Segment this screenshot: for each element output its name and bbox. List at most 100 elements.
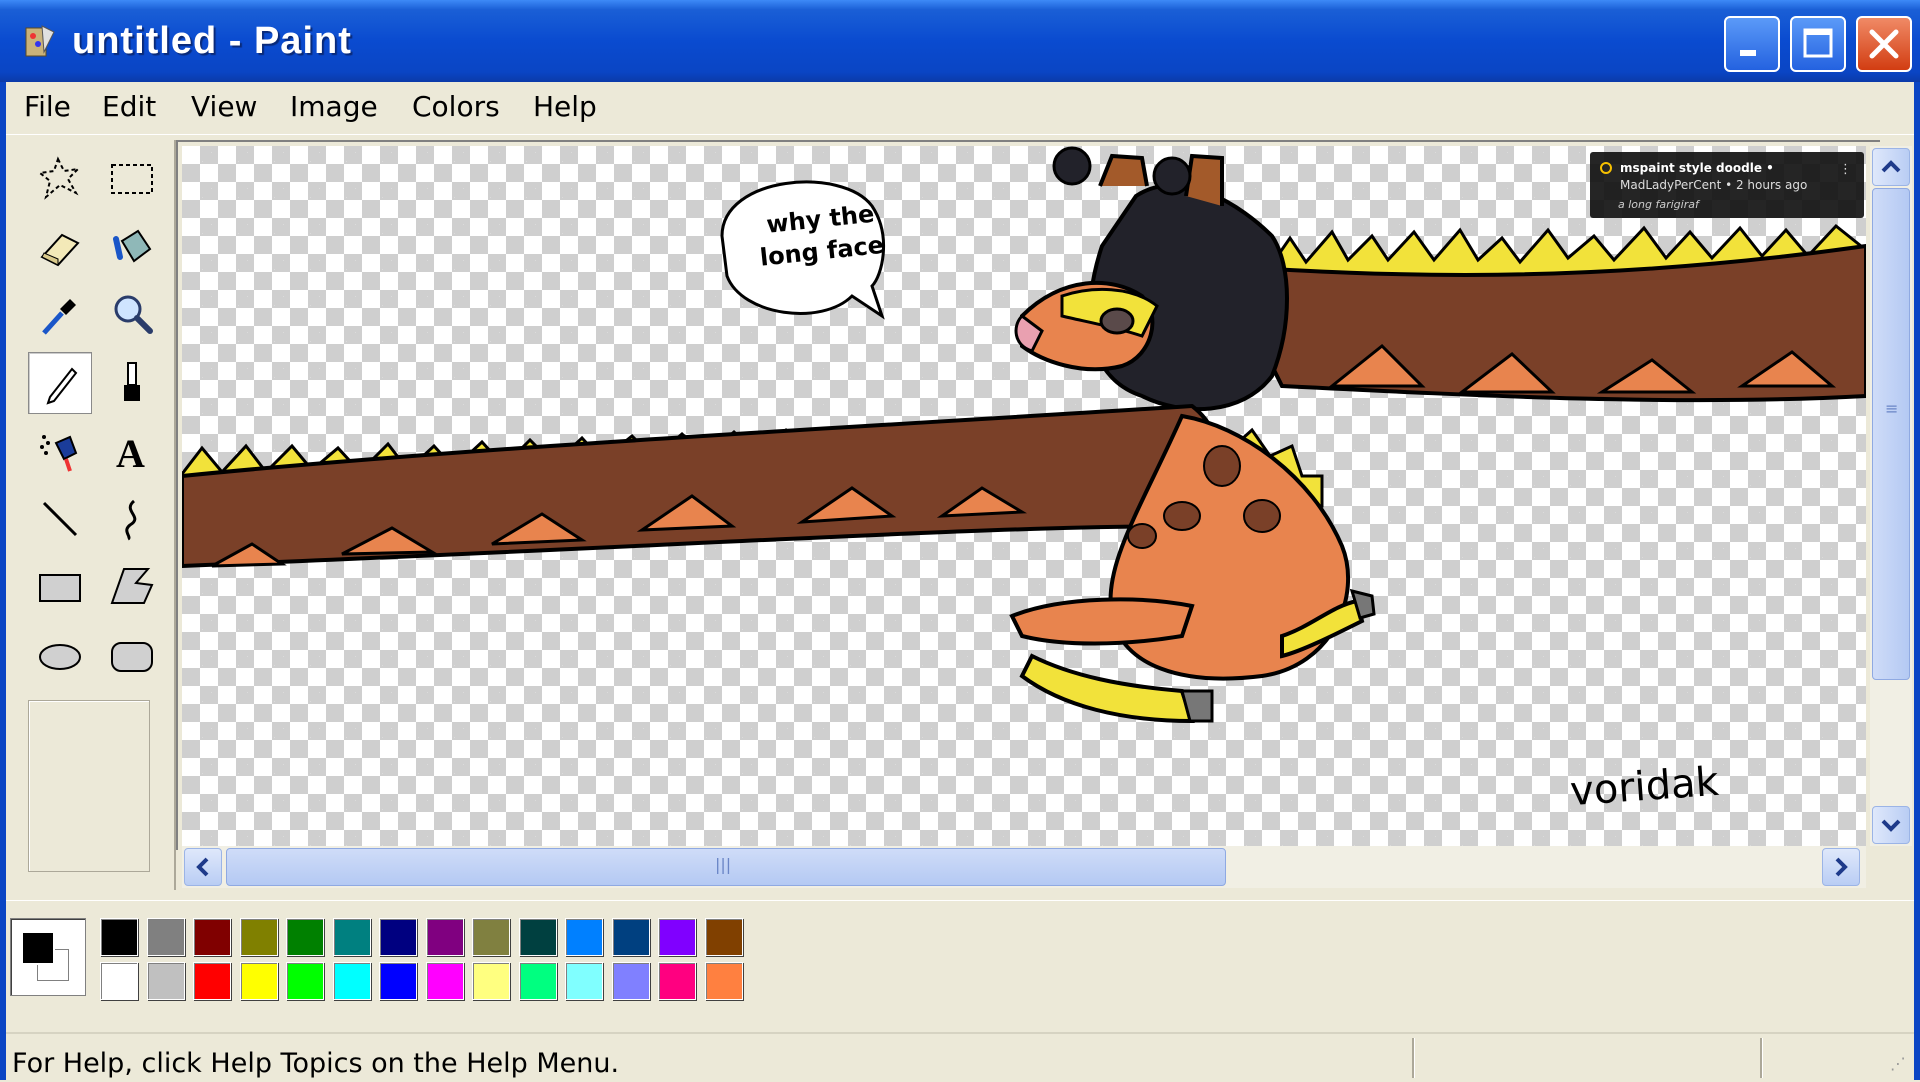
color-swatch[interactable]	[565, 962, 603, 1000]
tool-free-form-select[interactable]	[28, 148, 92, 210]
color-swatch[interactable]	[286, 918, 324, 956]
lower-neck	[182, 403, 1224, 569]
color-swatch[interactable]	[379, 918, 417, 956]
channel-avatar-icon	[1600, 162, 1612, 174]
color-swatch[interactable]	[100, 962, 138, 1000]
color-swatch[interactable]	[518, 962, 557, 1000]
pencil-icon	[46, 367, 78, 405]
ellipse-icon	[39, 644, 81, 670]
minimize-button[interactable]	[1724, 16, 1780, 72]
color-swatch[interactable]	[472, 918, 510, 956]
color-swatch[interactable]	[565, 918, 603, 956]
menu-edit[interactable]: Edit	[102, 90, 156, 123]
artwork	[182, 146, 1866, 724]
video-description: a long farigiraf	[1618, 198, 1699, 211]
color-swatch[interactable]	[704, 918, 743, 956]
tool-options-box[interactable]	[28, 700, 150, 872]
paint-app-icon	[25, 25, 55, 57]
eraser-icon	[40, 233, 80, 267]
color-swatch[interactable]	[379, 962, 417, 1000]
tool-pick-color[interactable]	[28, 284, 92, 346]
status-separator	[1412, 1038, 1415, 1078]
tool-select[interactable]	[100, 148, 164, 210]
tool-text[interactable]: A	[100, 420, 164, 482]
menu-bar: File Edit View Image Colors Help	[6, 82, 1914, 135]
window-frame-right	[1914, 82, 1920, 1080]
more-options-icon[interactable]: ⋮	[1839, 162, 1852, 177]
color-swatch[interactable]	[193, 962, 231, 1000]
window-title: untitled - Paint	[72, 20, 352, 62]
menu-help[interactable]: Help	[533, 90, 597, 123]
color-swatch[interactable]	[100, 918, 138, 956]
brush-icon	[124, 362, 140, 401]
color-swatch[interactable]	[425, 918, 464, 956]
vertical-scroll-thumb[interactable]: ≡	[1872, 188, 1910, 680]
color-swatch[interactable]	[286, 962, 324, 1000]
chevron-left-icon	[196, 857, 209, 877]
horizontal-scrollbar[interactable]: |||	[182, 846, 1866, 888]
color-swatch[interactable]	[518, 918, 557, 956]
foreground-color[interactable]	[21, 931, 55, 965]
color-swatch[interactable]	[193, 918, 231, 956]
color-swatch[interactable]	[146, 962, 185, 1000]
scroll-up-button[interactable]	[1872, 148, 1910, 186]
chevron-up-icon	[1881, 160, 1901, 173]
tool-fill[interactable]	[100, 216, 164, 278]
color-swatch[interactable]	[658, 962, 696, 1000]
free-select-icon	[37, 156, 81, 200]
menu-file[interactable]: File	[24, 90, 71, 123]
scroll-grip-icon: ≡	[1885, 399, 1899, 418]
text-icon: A	[116, 431, 145, 475]
chevron-right-icon	[1835, 857, 1848, 877]
color-swatch[interactable]	[611, 918, 650, 956]
rectangle-icon	[39, 574, 81, 602]
color-swatch[interactable]	[472, 962, 510, 1000]
close-icon	[1869, 29, 1899, 59]
tool-brush[interactable]	[100, 352, 164, 414]
color-swatch[interactable]	[332, 918, 371, 956]
current-colors[interactable]	[10, 918, 86, 996]
line-icon	[42, 501, 78, 537]
paint-bucket-icon	[113, 229, 152, 263]
status-bar: For Help, click Help Topics on the Help …	[6, 1032, 1914, 1082]
tool-eraser[interactable]	[28, 216, 92, 278]
rounded-rect-icon	[111, 642, 153, 672]
color-swatch[interactable]	[239, 918, 278, 956]
tool-curve[interactable]	[100, 488, 164, 550]
tool-rounded-rectangle[interactable]	[100, 624, 164, 686]
menu-view[interactable]: View	[191, 90, 257, 123]
close-button[interactable]	[1856, 16, 1912, 72]
scroll-left-button[interactable]	[184, 848, 222, 886]
color-swatch[interactable]	[658, 918, 696, 956]
color-swatch[interactable]	[332, 962, 371, 1000]
tool-polygon[interactable]	[100, 556, 164, 618]
tool-airbrush[interactable]	[28, 420, 92, 482]
resize-grip-icon[interactable]: ⋰	[1890, 1054, 1906, 1073]
menu-image[interactable]: Image	[290, 90, 378, 123]
tool-pencil[interactable]	[28, 352, 92, 414]
tool-box: A	[12, 140, 176, 890]
tool-line[interactable]	[28, 488, 92, 550]
maximize-button[interactable]	[1790, 16, 1846, 72]
scroll-right-button[interactable]	[1822, 848, 1860, 886]
color-swatch[interactable]	[704, 962, 743, 1000]
airbrush-icon	[40, 435, 78, 472]
color-swatch[interactable]	[146, 918, 185, 956]
scroll-down-button[interactable]	[1872, 806, 1910, 844]
title-bar: untitled - Paint	[0, 0, 1920, 82]
tool-rectangle[interactable]	[28, 556, 92, 618]
vertical-scrollbar[interactable]: ≡	[1870, 146, 1912, 846]
tool-ellipse[interactable]	[28, 624, 92, 686]
polygon-icon	[110, 568, 154, 604]
video-info-card[interactable]: mspaint style doodle • MadLadyPerCent • …	[1590, 152, 1864, 218]
minimize-icon	[1740, 50, 1756, 56]
drawing-canvas[interactable]: why the long face voridak	[182, 146, 1866, 846]
color-swatch[interactable]	[611, 962, 650, 1000]
scroll-grip-icon: |||	[715, 855, 732, 874]
tool-magnifier[interactable]	[100, 284, 164, 346]
status-separator	[1760, 1038, 1763, 1078]
color-swatch[interactable]	[425, 962, 464, 1000]
horizontal-scroll-thumb[interactable]: |||	[226, 848, 1226, 886]
menu-colors[interactable]: Colors	[412, 90, 500, 123]
color-swatch[interactable]	[239, 962, 278, 1000]
